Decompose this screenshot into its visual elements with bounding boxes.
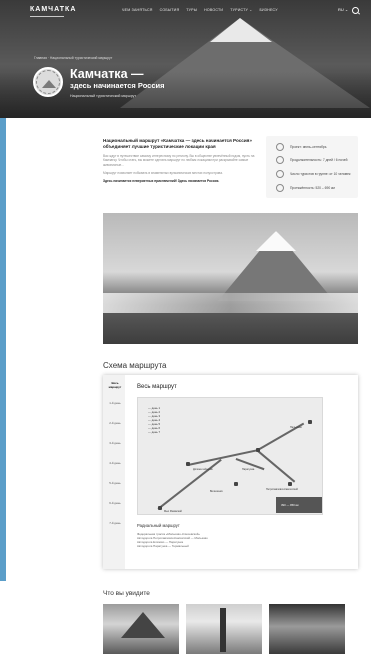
intro-paragraph-2: Маршрут позволяет побывать в знаменитых … [103, 170, 223, 175]
menu-item-tours[interactable]: ТУРЫ [186, 8, 197, 12]
page-title: Камчатка — [70, 67, 144, 81]
clock-icon [276, 156, 284, 164]
map-pin[interactable] [256, 448, 260, 452]
intro-text: Национальный маршрут «Камчатка — здесь н… [103, 138, 255, 183]
tab-day-1[interactable]: 1-й день [106, 401, 124, 405]
intro-heading: Национальный маршрут «Камчатка — здесь н… [103, 138, 252, 149]
map-pin[interactable] [288, 482, 292, 486]
language-switch[interactable]: RU ⌄ [338, 7, 348, 12]
map-pin[interactable] [308, 420, 312, 424]
see-section-title: Что вы увидите [103, 590, 150, 597]
route-line [257, 450, 296, 483]
fact-duration: Продолжительность: 7 дней / 6 ночей [276, 156, 354, 164]
map-pin[interactable] [186, 462, 190, 466]
radial-route-title: Радиальный маршрут [137, 523, 180, 528]
intro-cta: Здесь начинается невероятных приключений… [103, 179, 220, 184]
map-pin[interactable] [158, 506, 162, 510]
group-icon [276, 170, 284, 178]
tab-day-4[interactable]: 4-й день [106, 461, 124, 465]
site-logo[interactable]: КАМЧАТКА [30, 6, 76, 17]
route-distance-badge: 390 — 950 км [276, 497, 322, 513]
menu-item-tourist[interactable]: ТУРИСТУ ⌄ [230, 8, 252, 12]
tab-whole-route[interactable]: Весь маршрут [106, 381, 124, 389]
gallery-thumb-landscape[interactable] [269, 604, 345, 654]
fact-season: Проект: июнь–сентябрь [276, 143, 354, 151]
tab-day-7[interactable]: 7-й день [106, 521, 124, 525]
route-facts-card: Проект: июнь–сентябрь Продолжительность:… [266, 136, 358, 198]
tab-day-2[interactable]: 2-й день [106, 421, 124, 425]
page-caption: Национальный туристический маршрут [70, 94, 137, 98]
volcano-photo [103, 213, 358, 344]
route-line [157, 458, 222, 510]
main-menu: ЧЕМ ЗАНЯТЬСЯ СОБЫТИЯ ТУРЫ НОВОСТИ ТУРИСТ… [122, 8, 278, 12]
calendar-icon [276, 143, 284, 151]
tab-day-3[interactable]: 3-й день [106, 441, 124, 445]
hero-banner: КАМЧАТКА ЧЕМ ЗАНЯТЬСЯ СОБЫТИЯ ТУРЫ НОВОС… [0, 0, 371, 118]
page-subtitle: здесь начинается Россия [70, 81, 165, 90]
menu-item-business[interactable]: БИЗНЕСУ [259, 8, 277, 12]
route-map-title: Весь маршрут [137, 384, 177, 390]
left-accent-bar [0, 92, 6, 581]
tab-day-6[interactable]: 6-й день [106, 501, 124, 505]
route-section-title: Схема маршрута [103, 361, 167, 370]
fact-group: Число туристов в группе: от 10 человек [276, 170, 354, 178]
breadcrumb[interactable]: Главная · Национальный туристический мар… [34, 56, 112, 60]
menu-item-events[interactable]: СОБЫТИЯ [160, 8, 180, 12]
fact-distance: Протяжённость: 520 – 690 км [276, 184, 354, 192]
road-icon [276, 184, 284, 192]
route-map[interactable]: — день 1 — день 2 — день 3 — день 4 — де… [137, 397, 323, 515]
menu-item-news[interactable]: НОВОСТИ [204, 8, 223, 12]
map-pin[interactable] [234, 482, 238, 486]
search-icon[interactable] [352, 7, 359, 14]
tab-day-5[interactable]: 5-й день [106, 481, 124, 485]
intro-paragraph: Вас ждут в путешествие самому интересном… [103, 154, 255, 167]
gallery-thumb-monument[interactable] [186, 604, 262, 654]
map-legend: — день 1 — день 2 — день 3 — день 4 — де… [148, 406, 161, 434]
day-tabs: Весь маршрут 1-й день 2-й день 3-й день … [103, 375, 125, 569]
route-card: Весь маршрут 1-й день 2-й день 3-й день … [103, 375, 358, 569]
radial-route-list: Федеральная трасса «Мильково–Ключевской»… [137, 532, 208, 548]
menu-item-activities[interactable]: ЧЕМ ЗАНЯТЬСЯ [122, 8, 153, 12]
top-nav: КАМЧАТКА ЧЕМ ЗАНЯТЬСЯ СОБЫТИЯ ТУРЫ НОВОС… [0, 0, 371, 22]
gallery-thumb-volcano[interactable] [103, 604, 179, 654]
